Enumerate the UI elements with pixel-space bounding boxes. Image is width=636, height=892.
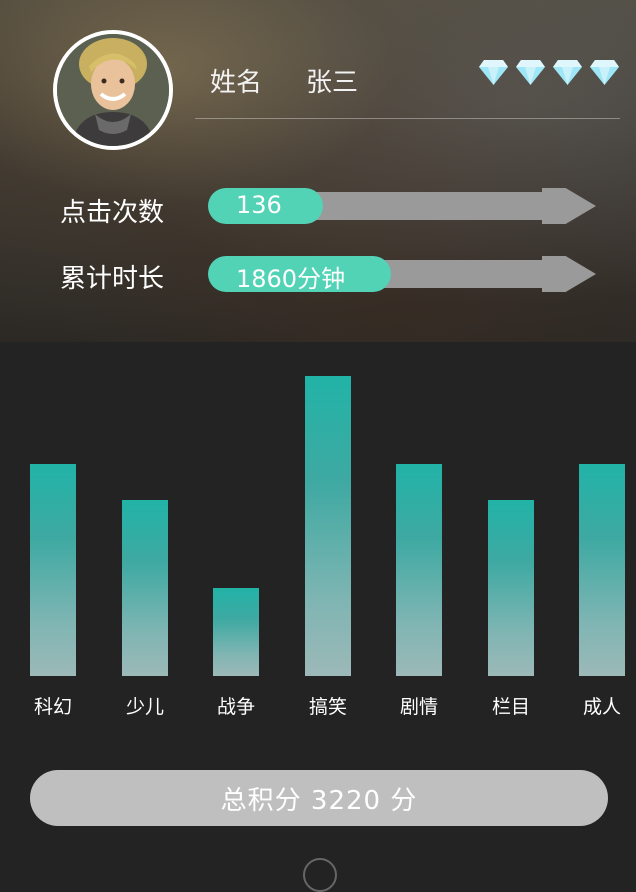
chart-bar[interactable] xyxy=(30,464,76,676)
chart-category-label: 战争 xyxy=(216,696,255,718)
total-time-value: 1860分钟 xyxy=(236,265,346,293)
click-count-value: 136 xyxy=(236,191,282,219)
name-value: 张三 xyxy=(306,68,359,98)
click-count-bar: 136 xyxy=(208,188,598,224)
total-time-bar: 1860分钟 xyxy=(208,256,598,293)
chart-category-label: 科幻 xyxy=(33,696,72,718)
diamond-icon xyxy=(479,60,508,85)
chart-category-label: 搞笑 xyxy=(308,696,347,718)
chart-bar[interactable] xyxy=(305,376,351,676)
chart-category-label: 成人 xyxy=(582,696,621,718)
name-label: 姓名 xyxy=(210,68,263,98)
click-count-fill: 136 xyxy=(208,188,323,224)
diamond-icon xyxy=(516,60,545,85)
total-score-pill[interactable]: 总积分 3220 分 xyxy=(30,770,608,826)
chart-category-label: 栏目 xyxy=(491,696,530,718)
chart-bar[interactable] xyxy=(122,500,168,676)
header-divider xyxy=(195,118,620,119)
avatar-portrait-icon xyxy=(57,34,169,146)
total-time-label: 累计时长 xyxy=(60,264,165,294)
chart-bar[interactable] xyxy=(396,464,442,676)
chart-bar[interactable] xyxy=(213,588,259,676)
profile-header: 姓名 张三 点击次数 136 累计时长 1860分钟 xyxy=(0,0,636,342)
avatar[interactable] xyxy=(53,30,173,150)
chart-bar[interactable] xyxy=(488,500,534,676)
diamond-icon xyxy=(553,60,582,85)
total-score-text: 总积分 3220 分 xyxy=(220,785,418,816)
category-bar-chart: 科幻 少儿 战争 搞笑 剧情 栏目 成人 xyxy=(0,342,636,742)
chart-category-label: 剧情 xyxy=(399,696,438,718)
chart-category-label: 少儿 xyxy=(125,696,164,718)
diamond-icon xyxy=(590,60,619,85)
home-indicator-icon[interactable] xyxy=(303,858,337,892)
click-count-label: 点击次数 xyxy=(60,198,165,228)
chart-bar[interactable] xyxy=(579,464,625,676)
diamond-rating xyxy=(478,58,620,86)
total-time-fill: 1860分钟 xyxy=(208,256,391,293)
